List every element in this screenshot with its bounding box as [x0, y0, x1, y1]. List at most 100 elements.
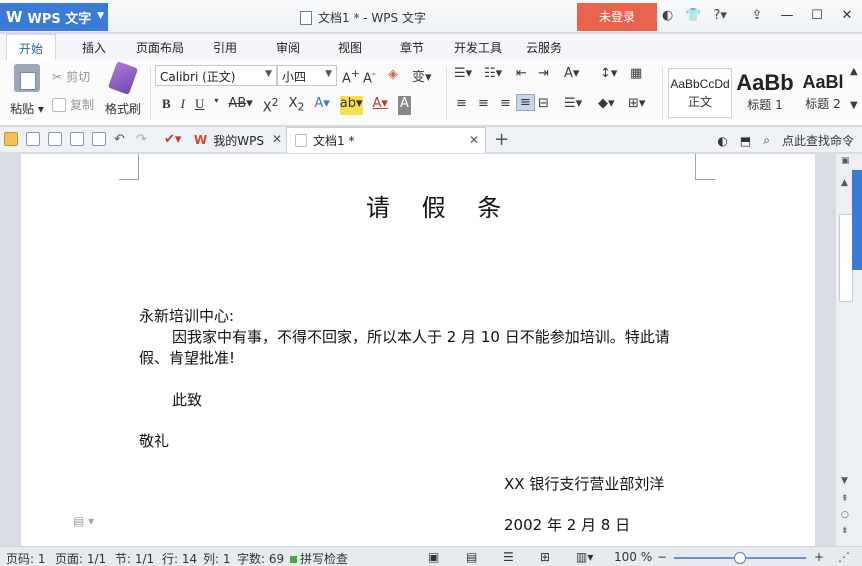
subscript-icon[interactable]: X2 — [289, 96, 305, 115]
tab-review[interactable]: 审阅 — [276, 39, 300, 56]
print-icon[interactable] — [70, 132, 84, 146]
scroll-up-icon[interactable]: ▲ — [841, 178, 848, 188]
spell-check-toggle[interactable]: 拼写检查 — [290, 550, 348, 566]
text-direction-icon[interactable]: A▾ — [564, 66, 579, 81]
export-pdf-icon[interactable] — [48, 132, 62, 146]
status-word-count: 字数: 69 — [237, 552, 285, 566]
close-icon[interactable]: ✕ — [469, 133, 479, 147]
focus-mode-icon[interactable]: ▣ — [428, 550, 439, 564]
increase-indent-icon[interactable]: ⇥ — [538, 66, 549, 81]
zoom-out-icon[interactable]: − — [657, 550, 667, 564]
reading-view-icon[interactable]: ▥▾ — [576, 550, 593, 564]
new-tab-icon[interactable]: + — [494, 129, 509, 150]
command-search-input[interactable]: 点此查找命令 — [782, 132, 854, 149]
page-view-icon[interactable]: ▤ — [466, 550, 477, 564]
shading-icon[interactable]: ◆▾ — [598, 96, 615, 111]
tab-references[interactable]: 引用 — [213, 39, 237, 56]
browse-object-icon[interactable]: ○ — [841, 510, 849, 520]
document-page[interactable]: 请 假 条 永新培训中心: 因我家中有事，不得不回家，所以本人于 2 月 10 … — [21, 154, 815, 546]
bold-icon[interactable]: B — [162, 96, 171, 115]
style-heading-2[interactable]: AaBl 标题 2 — [798, 68, 848, 118]
open-icon[interactable] — [4, 132, 18, 146]
split-icon[interactable]: ▣ — [841, 156, 850, 166]
style-heading-1[interactable]: AaBb 标题 1 — [734, 68, 796, 118]
next-page-icon[interactable]: ⇟ — [841, 526, 849, 536]
mark-icon[interactable]: ◐ — [717, 134, 727, 148]
help-icon[interactable]: ?▾ — [714, 8, 727, 23]
tab-insert[interactable]: 插入 — [82, 39, 106, 56]
customize-icon[interactable]: ✔▾ — [164, 132, 181, 147]
align-right-icon[interactable]: ≡ — [500, 96, 511, 111]
tab-document[interactable]: 文档1 * ✕ — [286, 127, 486, 153]
tab-view[interactable]: 视图 — [338, 39, 362, 56]
tab-chapter[interactable]: 章节 — [400, 39, 424, 56]
align-center-icon[interactable]: ≡ — [478, 96, 489, 111]
scroll-thumb[interactable] — [839, 214, 853, 302]
close-icon[interactable]: ✕ — [272, 132, 282, 146]
style-normal[interactable]: AaBbCcDd 正文 — [668, 68, 732, 118]
resize-grip-icon[interactable]: ⋰ — [838, 550, 850, 564]
tab-page-layout[interactable]: 页面布局 — [136, 39, 184, 56]
font-name-select[interactable]: Calibri (正文) ▼ — [155, 65, 277, 86]
outline-view-icon[interactable]: ☰ — [503, 550, 514, 564]
font-size-select[interactable]: 小四 ▼ — [277, 65, 337, 86]
share-icon[interactable]: ⇪ — [742, 3, 772, 29]
decrease-indent-icon[interactable]: ⇤ — [516, 66, 527, 81]
char-shading-icon[interactable]: A — [397, 96, 411, 116]
borders-icon[interactable]: ⊞▾ — [628, 96, 645, 111]
italic-icon[interactable]: I — [181, 96, 185, 115]
undo-icon[interactable]: ↶ — [114, 132, 128, 147]
shirt-icon[interactable]: 👕 — [685, 8, 701, 23]
scroll-down-icon[interactable]: ▼ — [841, 476, 848, 486]
copy-button[interactable]: 复制 — [52, 96, 94, 113]
table-grid-icon[interactable]: ▦ — [630, 66, 642, 81]
scroll-up-icon[interactable]: ▲ — [850, 66, 858, 77]
prev-page-icon[interactable]: ⇞ — [841, 494, 849, 504]
numbered-list-icon[interactable]: ☷▾ — [484, 66, 502, 81]
pin-icon[interactable]: ⬒ — [740, 134, 751, 148]
zoom-value[interactable]: 100 % — [614, 550, 652, 564]
zoom-slider[interactable] — [674, 552, 806, 564]
cut-button[interactable]: ✂ 剪切 — [52, 68, 90, 85]
print-preview-icon[interactable] — [92, 132, 106, 146]
text-effect-icon[interactable]: A▾ — [314, 96, 329, 115]
paste-button[interactable]: 粘贴 ▾ — [8, 64, 46, 117]
skin-icon[interactable]: ◐ — [662, 8, 673, 23]
tab-cloud[interactable]: 云服务 — [526, 39, 562, 56]
document-icon — [295, 134, 307, 147]
tab-home[interactable]: 开始 — [6, 34, 57, 60]
zoom-in-icon[interactable]: + — [814, 550, 824, 564]
clear-format-icon[interactable]: ◈ — [388, 67, 398, 82]
minimize-icon[interactable]: — — [772, 3, 802, 29]
login-button[interactable]: 未登录 — [577, 3, 657, 31]
zoom-slider-knob[interactable] — [734, 552, 746, 564]
sort-icon[interactable]: ↕▾ — [600, 66, 617, 81]
close-icon[interactable]: ✕ — [832, 3, 862, 29]
body-line-1: 因我家中有事，不得不回家，所以本人于 2 月 10 日不能参加培训。特此请 — [172, 328, 670, 346]
bullet-list-icon[interactable]: ☰▾ — [454, 66, 472, 81]
distribute-icon[interactable]: ⊟ — [538, 96, 549, 111]
shrink-font-icon[interactable]: A- — [363, 67, 376, 86]
save-icon[interactable] — [26, 132, 40, 146]
justify-icon[interactable]: ≡ — [516, 94, 535, 111]
tab-my-wps[interactable]: W 我的WPS — [186, 127, 286, 153]
web-view-icon[interactable]: ⊞ — [540, 550, 550, 564]
superscript-icon[interactable]: X2 — [263, 96, 279, 115]
grow-font-icon[interactable]: A+ — [342, 67, 360, 86]
strikethrough-icon[interactable]: AB▾ — [228, 96, 252, 115]
brush-icon — [107, 61, 139, 95]
pinyin-icon[interactable]: 变▾ — [412, 66, 432, 85]
font-color-icon[interactable]: A▾ — [373, 96, 388, 115]
side-panel-toggle[interactable] — [852, 170, 862, 270]
paragraph-options-icon[interactable]: ▤ ▾ — [73, 514, 94, 528]
redo-icon[interactable]: ↷ — [136, 132, 150, 147]
align-left-icon[interactable]: ≡ — [456, 96, 467, 111]
format-painter-button[interactable]: 格式刷 — [104, 61, 142, 117]
underline-icon[interactable]: U — [195, 96, 204, 115]
highlight-icon[interactable]: ab▾ — [339, 96, 363, 116]
scroll-down-icon[interactable]: ▼ — [850, 100, 858, 111]
tab-developer[interactable]: 开发工具 — [454, 39, 502, 56]
maximize-icon[interactable]: ☐ — [802, 3, 832, 29]
line-spacing-icon[interactable]: ☰▾ — [564, 96, 582, 111]
app-menu-button[interactable]: W WPS 文字 ▼ — [0, 3, 108, 31]
